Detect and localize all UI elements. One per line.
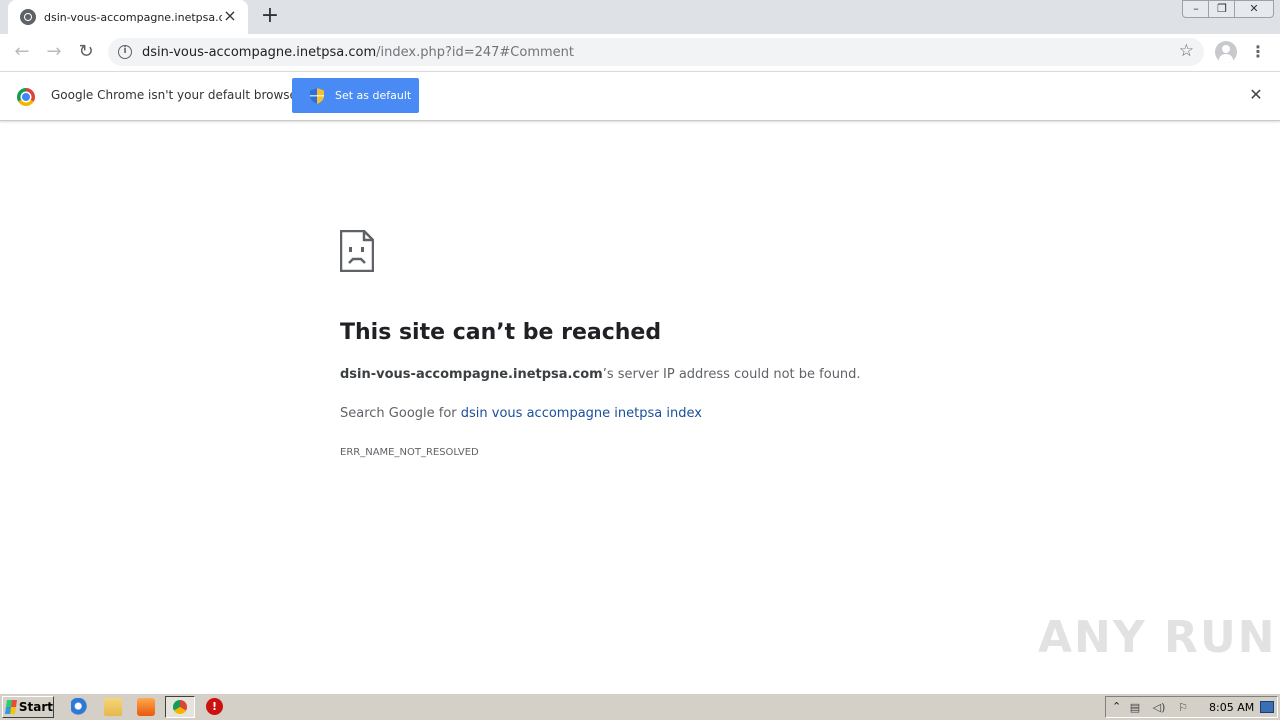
chrome-logo-icon: [17, 88, 35, 106]
set-as-default-label: Set as default: [335, 89, 412, 102]
search-google-link[interactable]: dsin vous accompagne inetpsa index: [461, 406, 702, 421]
stop-icon[interactable]: !: [206, 698, 223, 715]
clock[interactable]: 8:05 AM: [1209, 701, 1254, 714]
system-tray: ⌃ ▤ ◁) ⚐ 8:05 AM: [1105, 696, 1278, 718]
media-player-icon[interactable]: [137, 698, 155, 716]
uac-shield-icon: [310, 87, 324, 104]
volume-icon[interactable]: ◁): [1152, 701, 1166, 714]
screen: dsin-vous-accompagne.inetpsa.com × + – ❐…: [0, 0, 1280, 720]
error-message-suffix: ’s server IP address could not be found.: [602, 367, 861, 382]
menu-dots-icon[interactable]: ⋮: [1250, 40, 1266, 64]
error-host: dsin-vous-accompagne.inetpsa.com: [340, 367, 603, 382]
search-prefix: Search Google for: [340, 406, 461, 421]
taskbar-chrome-button[interactable]: [165, 696, 195, 718]
search-suggestion: Search Google for dsin vous accompagne i…: [340, 406, 702, 421]
globe-icon: [20, 9, 36, 25]
browser-toolbar: ← → ↻ i dsin-vous-accompagne.inetpsa.com…: [0, 34, 1280, 71]
infobar-message: Google Chrome isn't your default browser: [51, 88, 302, 102]
set-as-default-button[interactable]: Set as default: [292, 78, 419, 113]
infobar-close-icon[interactable]: ✕: [1248, 87, 1264, 103]
back-button[interactable]: ←: [10, 40, 34, 64]
error-message: dsin-vous-accompagne.inetpsa.com’s serve…: [340, 367, 861, 382]
anyrun-watermark: ANY RUN: [1038, 612, 1277, 663]
reload-button[interactable]: ↻: [74, 40, 98, 64]
window-close-button[interactable]: ✕: [1234, 0, 1274, 18]
tab-strip: dsin-vous-accompagne.inetpsa.com × + – ❐…: [0, 0, 1280, 34]
action-center-flag-icon[interactable]: ⚐: [1176, 701, 1190, 714]
start-label: Start: [18, 700, 53, 714]
internet-explorer-icon[interactable]: [71, 698, 89, 716]
error-title: This site can’t be reached: [340, 320, 662, 345]
tray-expand-icon[interactable]: ⌃: [1112, 700, 1121, 713]
bookmark-star-icon[interactable]: ☆: [1179, 41, 1194, 61]
restore-button[interactable]: ❐: [1208, 0, 1236, 18]
windows-logo-icon: [5, 700, 17, 714]
taskbar: Start ! ⌃ ▤ ◁) ⚐ 8:05 AM: [0, 693, 1280, 720]
explorer-folder-icon[interactable]: [104, 698, 122, 716]
info-icon[interactable]: i: [118, 45, 132, 59]
default-browser-infobar: Google Chrome isn't your default browser…: [0, 71, 1280, 121]
tab-close-icon[interactable]: ×: [222, 8, 238, 25]
profile-avatar-icon[interactable]: [1215, 41, 1237, 63]
url-path: /index.php?id=247#Comment: [376, 44, 575, 60]
browser-tab[interactable]: dsin-vous-accompagne.inetpsa.com ×: [8, 0, 248, 34]
tab-title: dsin-vous-accompagne.inetpsa.com: [44, 10, 222, 24]
url-host: dsin-vous-accompagne.inetpsa.com: [142, 44, 377, 60]
show-desktop-icon[interactable]: [1260, 701, 1274, 713]
error-code: ERR_NAME_NOT_RESOLVED: [340, 447, 479, 458]
start-button[interactable]: Start: [2, 696, 54, 718]
network-icon[interactable]: ▤: [1128, 701, 1142, 714]
forward-button[interactable]: →: [42, 40, 66, 64]
new-tab-button[interactable]: +: [258, 5, 282, 28]
sad-page-icon: [340, 230, 374, 272]
minimize-button[interactable]: –: [1182, 0, 1210, 18]
address-bar[interactable]: i dsin-vous-accompagne.inetpsa.com/index…: [108, 38, 1204, 66]
